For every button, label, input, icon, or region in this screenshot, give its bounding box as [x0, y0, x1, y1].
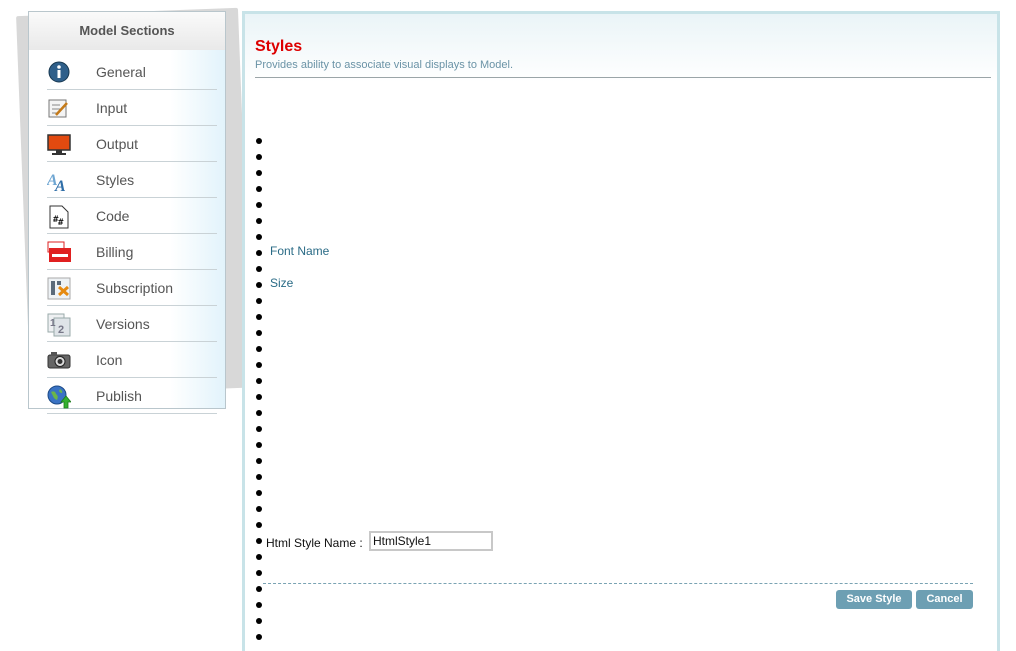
list-bullet: [256, 410, 262, 416]
list-bullet: [256, 442, 262, 448]
list-bullet: [256, 618, 262, 624]
list-bullet: [256, 586, 262, 592]
svg-text:A: A: [54, 178, 66, 193]
sidebar-title: Model Sections: [29, 12, 225, 50]
sidebar-item-general[interactable]: General: [47, 55, 217, 90]
list-bullet: [256, 522, 262, 528]
list-bullet: [256, 378, 262, 384]
code-file-icon: # #: [47, 205, 71, 229]
list-bullet: [256, 234, 262, 240]
sidebar-item-label: Output: [96, 136, 139, 152]
font-style-icon: AA: [46, 169, 71, 195]
list-bullet: [256, 506, 262, 512]
sidebar-item-styles[interactable]: AA Styles: [46, 163, 217, 198]
edit-form-icon: [47, 97, 71, 119]
svg-text:#: #: [58, 218, 64, 228]
list-bullet: [256, 266, 262, 272]
list-bullet: [256, 426, 262, 432]
list-bullet: [256, 538, 262, 544]
versions-icon: 12: [47, 313, 71, 337]
list-bullet: [256, 602, 262, 608]
list-bullet: [256, 186, 262, 192]
panel-header: Styles Provides ability to associate vis…: [245, 14, 997, 82]
page-subtitle: Provides ability to associate visual dis…: [255, 59, 514, 71]
list-bullet: [256, 458, 262, 464]
svg-text:2: 2: [58, 324, 64, 336]
list-bullet: [256, 474, 262, 480]
list-bullet: [256, 330, 262, 336]
list-bullet: [256, 490, 262, 496]
form-divider: [263, 583, 973, 584]
sidebar-item-label: Billing: [96, 244, 134, 260]
sidebar-item-label: Icon: [96, 352, 123, 368]
list-bullet: [256, 170, 262, 176]
sidebar-item-publish[interactable]: Publish: [47, 379, 217, 414]
sidebar-item-label: Code: [96, 208, 130, 224]
size-link[interactable]: Size: [270, 276, 293, 290]
list-bullet: [256, 202, 262, 208]
svg-text:1: 1: [50, 318, 56, 329]
list-bullet: [256, 634, 262, 640]
list-bullet: [256, 154, 262, 160]
sidebar-item-billing[interactable]: Billing: [47, 235, 217, 270]
sidebar-item-label: Publish: [96, 388, 142, 404]
list-bullet: [256, 570, 262, 576]
list-bullet: [256, 394, 262, 400]
sidebar-item-code[interactable]: # # Code: [47, 199, 217, 234]
save-style-button[interactable]: Save Style: [836, 590, 912, 609]
globe-publish-icon: [47, 385, 72, 409]
credit-card-icon: [47, 241, 71, 263]
cancel-button[interactable]: Cancel: [916, 590, 973, 609]
model-sections-sidebar: Model Sections General Input Output AA S…: [28, 11, 226, 414]
sidebar-item-output[interactable]: Output: [47, 127, 217, 162]
font-name-link[interactable]: Font Name: [270, 244, 329, 258]
subscription-icon: [47, 277, 71, 300]
info-icon: [47, 61, 71, 83]
list-bullet: [256, 218, 262, 224]
html-style-name-label: Html Style Name :: [266, 536, 363, 550]
list-bullet: [256, 282, 262, 288]
sidebar-item-label: Versions: [96, 316, 150, 332]
sidebar-item-label: Subscription: [96, 280, 174, 296]
sidebar-item-input[interactable]: Input: [47, 91, 217, 126]
monitor-icon: [47, 133, 71, 155]
styles-panel: Styles Provides ability to associate vis…: [242, 11, 1000, 651]
list-bullet: [256, 298, 262, 304]
camera-icon: [47, 349, 71, 371]
list-bullet: [256, 138, 262, 144]
list-bullet: [256, 250, 262, 256]
sidebar-item-label: Input: [96, 100, 128, 116]
sidebar-item-subscription[interactable]: Subscription: [47, 271, 217, 306]
sidebar-item-label: General: [96, 64, 146, 80]
list-bullet: [256, 314, 262, 320]
page-title: Styles: [255, 38, 303, 55]
sidebar-item-icon[interactable]: Icon: [47, 343, 217, 378]
list-bullet: [256, 362, 262, 368]
sidebar-item-versions[interactable]: 12 Versions: [47, 307, 217, 342]
html-style-name-input[interactable]: [369, 531, 493, 551]
list-bullet: [256, 346, 262, 352]
header-divider: [255, 77, 991, 78]
sidebar-item-label: Styles: [96, 172, 135, 188]
list-bullet: [256, 554, 262, 560]
